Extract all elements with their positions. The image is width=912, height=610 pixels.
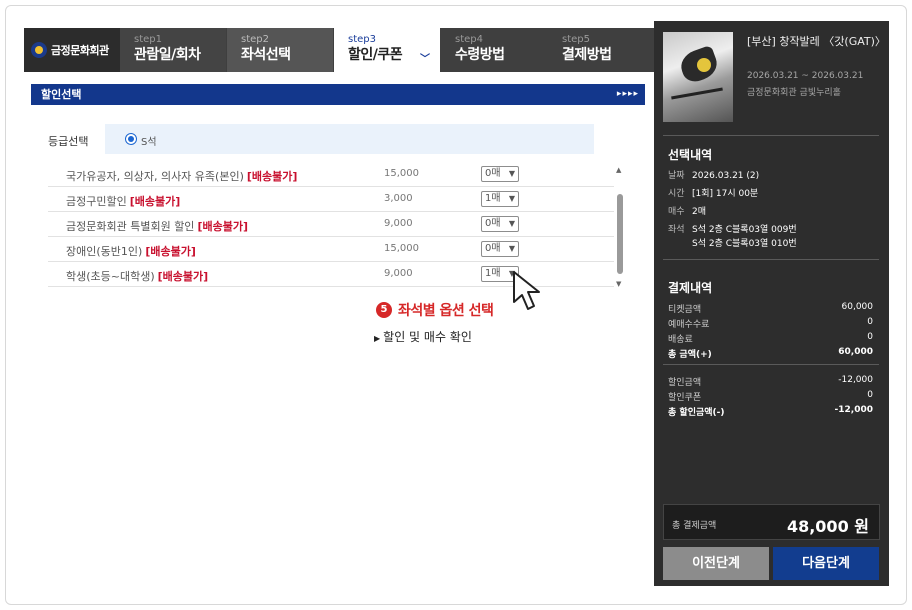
discount-price: 9,000 [384,218,413,229]
chevron-down-icon: ﹀ [420,54,430,65]
discount-price: 3,000 [384,193,413,204]
selection-date: 날짜 2026.03.21 (2) [668,171,760,181]
discount-price: 15,000 [384,243,419,254]
brand[interactable]: 금정문화회관 [24,28,120,72]
table-scrollbar[interactable]: ▲ ▼ [616,166,624,288]
annotation-step-number: 5 [376,302,392,318]
annotation-title: 좌석별 옵션 선택 [398,303,494,319]
discount-name: 장애인(동반1인) [배송불가] [66,245,196,258]
divider [663,259,879,260]
discount-row: 금정문화회관 특별회원 할인 [배송불가] 9,000 0매 ▼ [48,212,614,237]
delivery-restriction-tag: [배송불가] [197,220,248,233]
step-number: step1 [134,34,162,45]
discount-amount-row: 할인금액 -12,000 [668,375,873,388]
annotation-step: 5 좌석별 옵션 선택 [376,300,494,320]
shipping-row: 배송료 0 [668,332,873,345]
step-title: 관람일/회차 [134,47,201,63]
final-payment-box: 총 결제금액 48,000 원 [663,504,880,540]
scroll-down-icon[interactable]: ▼ [616,280,621,288]
selection-time: 시간 [1회] 17시 00분 [668,189,759,199]
quantity-select[interactable]: 0매 ▼ [481,166,519,182]
fee-row: 예매수수료 0 [668,317,873,330]
step-number: step4 [455,34,483,45]
divider [663,364,879,365]
order-summary-sidebar: [부산] 창작발레 〈갓(GAT)〉 2026.03.21 ~ 2026.03.… [654,21,889,586]
grade-radio-button[interactable] [125,133,137,145]
scroll-up-icon[interactable]: ▲ [616,166,621,174]
delivery-restriction-tag: [배송불가] [129,195,181,208]
step-4-tab[interactable]: step4 수령방법 [441,28,547,72]
next-step-button[interactable]: 다음단계 [773,547,879,580]
quantity-select[interactable]: 0매 ▼ [481,241,519,257]
final-payment-label: 총 결제금액 [672,521,717,531]
grade-option-label[interactable]: S석 [141,133,157,148]
brand-name: 금정문화회관 [51,44,109,57]
show-date-range: 2026.03.21 ~ 2026.03.21 [747,71,864,81]
step-1-tab[interactable]: step1 관람일/회차 [120,28,226,72]
discount-name: 국가유공자, 의상자, 의사자 유족(본인) [배송불가] [66,170,298,183]
chevron-down-icon: ▼ [508,244,515,253]
discount-price: 9,000 [384,268,413,279]
selection-title: 선택내역 [668,148,713,162]
discount-price: 15,000 [384,168,419,179]
triangle-right-icon: ▶ [374,334,381,343]
step-navigation: 금정문화회관 step1 관람일/회차 step2 좌석선택 step3 할인/… [24,28,655,72]
discount-name: 금정구민할인 [배송불가] [66,195,181,208]
scrollbar-thumb[interactable] [617,194,623,274]
delivery-restriction-tag: [배송불가] [246,170,298,183]
step-2-tab[interactable]: step2 좌석선택 [227,28,333,72]
discount-row: 금정구민할인 [배송불가] 3,000 1매 ▼ [48,187,614,212]
chevron-down-icon: ▼ [508,169,515,178]
quantity-select[interactable]: 0매 ▼ [481,216,519,232]
chevron-down-icon: ▼ [508,194,515,203]
divider [663,135,879,136]
step-5-tab[interactable]: step5 결제방법 [548,28,655,72]
step-number: step3 [348,34,376,45]
total-amount-row: 총 금액(+) 60,000 [668,347,873,360]
selection-seat: S석 2층 C블록03열 010번 [692,239,797,249]
show-title: [부산] 창작발레 〈갓(GAT)〉 [747,35,886,48]
payment-title: 결제내역 [668,281,713,295]
discount-row: 국가유공자, 의상자, 의사자 유족(본인) [배송불가] 15,000 0매 ▼ [48,162,614,187]
coupon-row: 할인쿠폰 0 [668,390,873,403]
step-number: step2 [241,34,269,45]
discount-section-title: 할인선택 [41,88,82,101]
delivery-restriction-tag: [배송불가] [157,270,209,283]
discount-row: 장애인(동반1인) [배송불가] 15,000 0매 ▼ [48,237,614,262]
step-3-tab-active[interactable]: step3 할인/쿠폰 ﹀ [334,28,440,72]
discount-table: 국가유공자, 의상자, 의사자 유족(본인) [배송불가] 15,000 0매 ▼ … [48,162,614,287]
step-title: 수령방법 [455,47,505,63]
discount-section-header: 할인선택 ▸▸▸▸ [31,84,645,105]
step-title: 결제방법 [562,47,612,63]
discount-name: 학생(초등~대학생) [배송불가] [66,270,209,283]
ticket-amount-row: 티켓금액 60,000 [668,302,873,315]
quantity-select[interactable]: 1매 ▼ [481,191,519,207]
brand-logo-icon [31,42,47,58]
total-discount-row: 총 할인금액(-) -12,000 [668,405,873,418]
step-title: 좌석선택 [241,47,291,63]
step-number: step5 [562,34,590,45]
delivery-restriction-tag: [배송불가] [145,245,196,258]
arrows-icon: ▸▸▸▸ [616,89,639,99]
show-venue: 금정문화회관 금빛누리홀 [747,88,841,98]
grade-selector: S석 [105,124,594,154]
mouse-pointer-icon [513,271,540,310]
grade-label: 등급선택 [48,135,89,148]
show-poster [663,32,733,122]
chevron-down-icon: ▼ [508,219,515,228]
previous-step-button[interactable]: 이전단계 [663,547,769,580]
selection-count: 매수 2매 [668,207,707,217]
final-payment-amount: 48,000 원 [786,517,869,536]
annotation-subtext: ▶ 할인 및 매수 확인 [374,330,472,344]
selection-seat: 좌석 S석 2층 C블록03열 009번 [668,225,797,235]
discount-name: 금정문화회관 특별회원 할인 [배송불가] [66,220,248,233]
